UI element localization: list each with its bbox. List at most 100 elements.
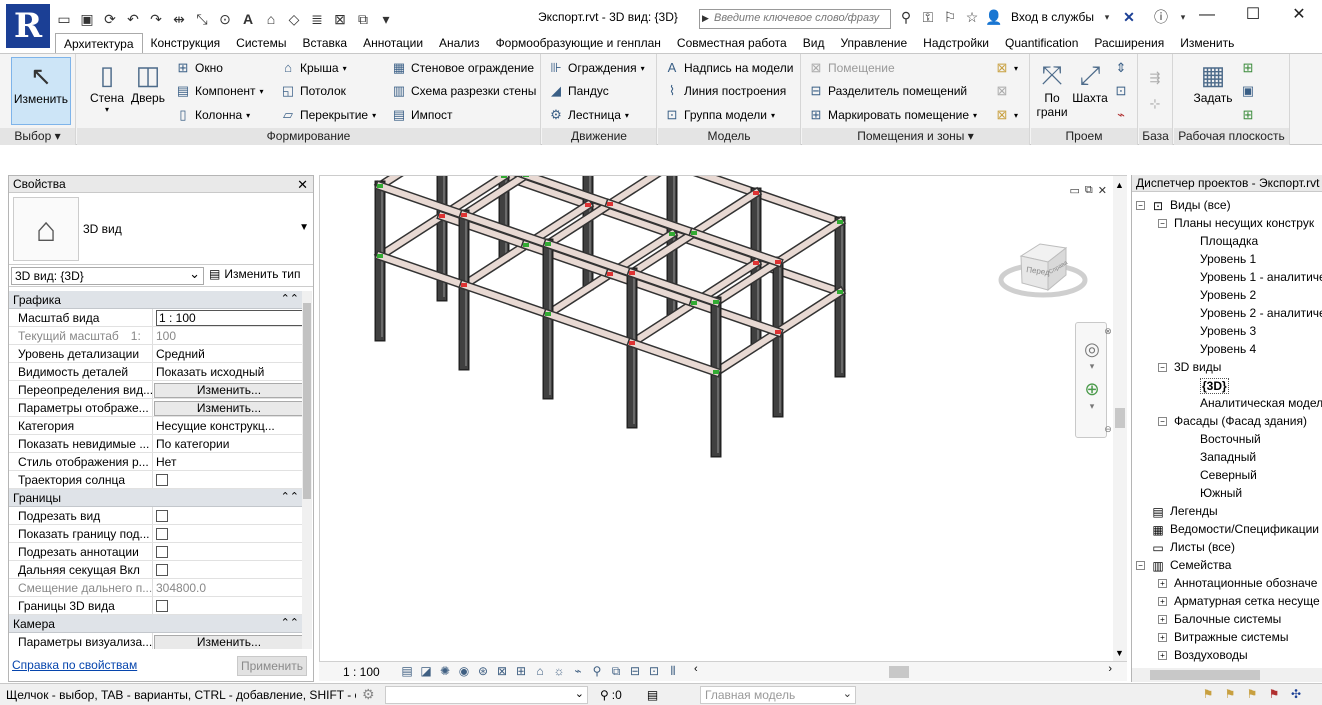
tag-room-button[interactable]: ⊞ Маркировать помещение ▾	[808, 105, 978, 125]
property-checkbox[interactable]	[156, 528, 168, 540]
chevron-down-icon[interactable]: ▾	[1080, 401, 1104, 411]
tag-area-button[interactable]: ⊠ ▾	[994, 105, 1018, 125]
room-panel-label[interactable]: Помещения и зоны ▾	[802, 128, 1029, 145]
property-checkbox[interactable]	[156, 600, 168, 612]
properties-scrollbar[interactable]	[302, 291, 312, 649]
tree-node[interactable]: Уровень 1	[1132, 251, 1322, 269]
tree-node[interactable]: Южный	[1132, 485, 1322, 503]
beam[interactable]	[376, 252, 468, 289]
property-value[interactable]: Нет	[153, 453, 305, 470]
customize-icon[interactable]: ▾	[377, 10, 395, 28]
tree-node[interactable]: Уровень 2	[1132, 287, 1322, 305]
tree-node[interactable]: −3D виды	[1132, 359, 1322, 377]
measure-icon[interactable]: ⇹	[170, 10, 188, 28]
dimension-icon[interactable]: ⤡	[193, 10, 211, 28]
scroll-left-icon[interactable]: ‹	[694, 663, 698, 675]
wall-opening-button[interactable]: ⇕	[1113, 58, 1129, 78]
editing-requests-icon[interactable]: ▤	[647, 688, 658, 702]
minimize-button[interactable]: —	[1184, 0, 1230, 30]
tab-annotate[interactable]: Аннотации	[355, 33, 431, 53]
tree-node[interactable]: Северный	[1132, 467, 1322, 485]
properties-help-link[interactable]: Справка по свойствам	[12, 658, 137, 672]
scroll-right-icon[interactable]: ›	[1108, 663, 1112, 675]
visual-style-icon[interactable]: ◪	[418, 663, 434, 679]
tree-node[interactable]: Уровень 2 - аналитиче	[1132, 305, 1322, 323]
tag-icon[interactable]: ⊙	[216, 10, 234, 28]
shaft-button[interactable]: ⤢ Шахта	[1071, 57, 1109, 125]
ceiling-button[interactable]: ◱ Потолок	[280, 81, 346, 101]
tree-node[interactable]: {3D}	[1132, 377, 1322, 395]
chevron-down-icon[interactable]: ▾	[1080, 361, 1104, 371]
expand-icon[interactable]: +	[1158, 597, 1167, 606]
property-value[interactable]: По категории	[153, 435, 305, 452]
select-panel-label[interactable]: Выбор ▾	[0, 128, 75, 145]
apply-button[interactable]: Применить	[237, 656, 307, 676]
tab-analyze[interactable]: Анализ	[431, 33, 488, 53]
close-windows-icon[interactable]: ⊠	[331, 10, 349, 28]
tab-structure[interactable]: Конструкция	[143, 33, 229, 53]
curtain-grid-button[interactable]: ▥ Схема разрезки стены	[391, 81, 537, 101]
tree-node[interactable]: − Фасады (Фасад здания)	[1132, 413, 1322, 431]
chevron-down-icon[interactable]: ▼	[299, 222, 309, 233]
tree-node[interactable]: Уровень 3	[1132, 323, 1322, 341]
property-value[interactable]: Показать исходный	[153, 363, 305, 380]
chevron-down-icon[interactable]: ▾	[1098, 8, 1116, 26]
design-option-dropdown[interactable]: Главная модель ⌄	[700, 686, 856, 704]
collapse-icon[interactable]: −	[1136, 201, 1145, 210]
ramp-button[interactable]: ◢ Пандус	[548, 81, 609, 101]
collapse-icon[interactable]: −	[1158, 219, 1167, 228]
collapse-icon[interactable]: ⌃⌃	[281, 616, 299, 629]
minimize-icon[interactable]: ▭	[1070, 184, 1080, 197]
close-icon[interactable]: ✕	[1098, 184, 1107, 197]
tree-node[interactable]: − ▥ Семейства	[1132, 557, 1322, 575]
set-workplane-button[interactable]: ▦ Задать	[1188, 57, 1238, 125]
view-scale-input[interactable]: 1 : 100	[156, 310, 304, 326]
thin-lines-icon[interactable]: ≣	[308, 10, 326, 28]
model-line-button[interactable]: ⌇ Линия построения	[664, 81, 786, 101]
beam[interactable]	[376, 182, 468, 219]
worksets-icon[interactable]: ⚙	[362, 686, 375, 703]
open-icon[interactable]: ▭	[55, 10, 73, 28]
tree-node[interactable]: Уровень 1 - аналитиче	[1132, 269, 1322, 287]
search-input[interactable]: Введите ключевое слово/фразу	[699, 9, 891, 29]
tab-extensions[interactable]: Расширения	[1086, 33, 1172, 53]
tab-massing-site[interactable]: Формообразующие и генплан	[488, 33, 669, 53]
rendering-icon[interactable]: ⊛	[475, 663, 491, 679]
sign-in-button[interactable]: Вход в службы	[1011, 10, 1094, 24]
drag-on-selection-icon[interactable]: ✣	[1288, 686, 1304, 702]
floor-button[interactable]: ▱ Перекрытие ▾	[280, 105, 376, 125]
beam[interactable]	[752, 189, 844, 226]
beam[interactable]	[544, 310, 636, 347]
tab-systems[interactable]: Системы	[228, 33, 294, 53]
collapse-icon[interactable]: −	[1158, 417, 1167, 426]
detail-level-icon[interactable]: ▤	[399, 663, 415, 679]
tab-modify[interactable]: Изменить	[1172, 33, 1242, 53]
tree-node[interactable]: Западный	[1132, 449, 1322, 467]
structural-frame-3d-model[interactable]: Перед Справа	[320, 176, 1110, 662]
component-button[interactable]: ▤ Компонент ▾	[175, 81, 264, 101]
dormer-button[interactable]: ⌁	[1113, 105, 1129, 125]
edit-button[interactable]: Изменить...	[154, 383, 304, 398]
select-underlay-icon[interactable]: ⚑	[1222, 686, 1238, 702]
text-icon[interactable]: A	[239, 10, 257, 28]
curtain-system-button[interactable]: ▦ Стеновое ограждение	[391, 58, 534, 78]
viewcube[interactable]: Перед Справа	[998, 243, 1088, 298]
door-button[interactable]: ◫ Дверь	[125, 57, 171, 125]
favorites-icon[interactable]: ☆	[963, 8, 981, 26]
maximize-button[interactable]: ☐	[1230, 0, 1276, 30]
area-button[interactable]: ⊠ ▾	[994, 58, 1018, 78]
collapse-icon[interactable]: ⌃⌃	[281, 490, 299, 503]
level-button[interactable]: ⇶	[1147, 68, 1163, 88]
crop-view-icon[interactable]: ⊠	[494, 663, 510, 679]
viewer-button[interactable]: ⊞	[1240, 105, 1256, 125]
undo-icon[interactable]: ↶	[124, 10, 142, 28]
scroll-down-icon[interactable]: ▼	[1115, 648, 1124, 658]
section-icon[interactable]: ◇	[285, 10, 303, 28]
user-icon[interactable]: 👤	[985, 8, 1003, 26]
tree-node[interactable]: + Воздуховоды	[1132, 647, 1322, 665]
subscription-icon[interactable]: ⚿	[919, 8, 937, 26]
communication-icon[interactable]: ⚐	[941, 8, 959, 26]
vertical-opening-button[interactable]: ⊡	[1113, 81, 1129, 101]
tab-quantification[interactable]: Quantification	[997, 33, 1086, 53]
shadows-icon[interactable]: ◉	[456, 663, 472, 679]
